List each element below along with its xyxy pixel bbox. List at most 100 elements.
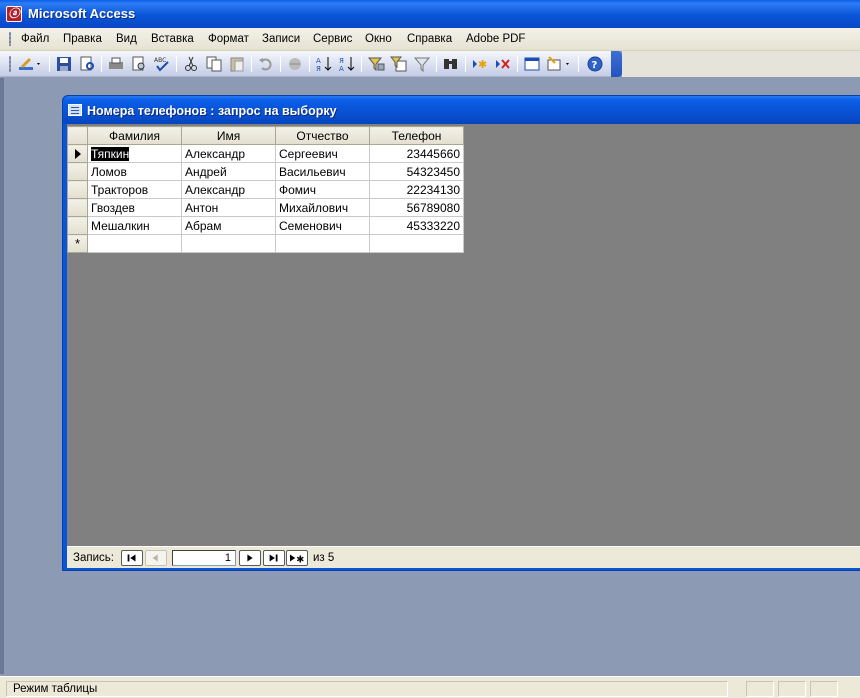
design-view-icon[interactable] — [17, 55, 43, 73]
cell-surname[interactable]: Тракторов — [87, 180, 182, 199]
app-title-bar[interactable]: ⓐ Microsoft Access — [0, 0, 860, 28]
cell-phone[interactable]: 54323450 — [369, 162, 464, 181]
cell-patronymic[interactable]: Васильевич — [275, 162, 370, 181]
apply-filter-icon[interactable] — [413, 55, 431, 73]
query-window-title-bar[interactable]: Номера телефонов : запрос на выборку — [63, 96, 860, 124]
record-selector[interactable] — [67, 216, 88, 235]
new-record-selector[interactable]: * — [67, 234, 88, 253]
menu-file[interactable]: Файл — [21, 33, 49, 45]
svg-text:Я: Я — [316, 65, 321, 73]
cell-surname[interactable]: Тяпкин — [87, 144, 182, 163]
cell-phone[interactable]: 23445660 — [369, 144, 464, 163]
filter-by-selection-icon[interactable] — [367, 55, 385, 73]
previous-record-button[interactable] — [145, 550, 167, 566]
toolbar-separator — [361, 56, 362, 72]
delete-record-icon[interactable] — [494, 55, 512, 73]
menu-adobe-pdf[interactable]: Adobe PDF — [466, 33, 525, 45]
cell-patronymic[interactable]: Сергеевич — [275, 144, 370, 163]
cell-patronymic[interactable]: Фомич — [275, 180, 370, 199]
new-record-nav-button[interactable]: ✱ — [286, 550, 308, 566]
save-icon[interactable] — [55, 55, 73, 73]
print-icon[interactable] — [107, 55, 125, 73]
cell-surname[interactable]: Гвоздев — [87, 198, 182, 217]
svg-text:?: ? — [592, 60, 598, 71]
new-cell-patronymic[interactable] — [275, 234, 370, 253]
cell-surname[interactable]: Мешалкин — [87, 216, 182, 235]
cell-phone[interactable]: 22234130 — [369, 180, 464, 199]
record-navigation-bar: Запись: 1 ✱ из 5 — [67, 546, 860, 568]
column-header-phone[interactable]: Телефон — [369, 126, 464, 145]
column-header-surname[interactable]: Фамилия — [87, 126, 182, 145]
toolbar-separator — [280, 56, 281, 72]
cut-icon[interactable] — [182, 55, 200, 73]
sort-descending-icon[interactable]: ЯA — [338, 55, 356, 73]
menu-bar: Файл Правка Вид Вставка Формат Записи Се… — [0, 28, 860, 51]
cell-name[interactable]: Андрей — [181, 162, 276, 181]
record-selector[interactable] — [67, 180, 88, 199]
file-search-icon[interactable] — [78, 55, 96, 73]
spelling-icon[interactable]: ABC — [153, 55, 171, 73]
first-record-button[interactable] — [121, 550, 143, 566]
menu-tools[interactable]: Сервис — [313, 33, 352, 45]
last-record-button[interactable] — [263, 550, 285, 566]
menu-edit[interactable]: Правка — [63, 33, 102, 45]
cell-phone[interactable]: 45333220 — [369, 216, 464, 235]
database-window-icon[interactable] — [523, 55, 541, 73]
toolbar-grip[interactable] — [9, 56, 11, 72]
toolbar-separator — [49, 56, 50, 72]
menu-help[interactable]: Справка — [407, 33, 452, 45]
access-app-icon[interactable]: ⓐ — [6, 6, 22, 22]
toolbar-separator — [578, 56, 579, 72]
toolbar: ABC AЯ ЯA ✱ ? — [0, 51, 622, 77]
help-icon[interactable]: ? — [586, 55, 604, 73]
status-panel — [746, 681, 774, 697]
toolbar-separator — [101, 56, 102, 72]
new-object-icon[interactable] — [546, 55, 572, 73]
filter-by-form-icon[interactable] — [390, 55, 408, 73]
cell-surname[interactable]: Ломов — [87, 162, 182, 181]
record-selector-current[interactable] — [67, 144, 88, 163]
menu-view[interactable]: Вид — [116, 33, 137, 45]
cell-phone[interactable]: 56789080 — [369, 198, 464, 217]
next-record-button[interactable] — [239, 550, 261, 566]
hyperlink-icon[interactable] — [286, 55, 304, 73]
cell-surname-selected-text: Тяпкин — [91, 146, 130, 161]
find-icon[interactable] — [442, 55, 460, 73]
undo-icon[interactable] — [257, 55, 275, 73]
paste-icon[interactable] — [228, 55, 246, 73]
new-cell-name[interactable] — [181, 234, 276, 253]
menu-records[interactable]: Записи — [262, 33, 300, 45]
cell-name[interactable]: Абрам — [181, 216, 276, 235]
new-cell-surname[interactable] — [87, 234, 182, 253]
copy-icon[interactable] — [205, 55, 223, 73]
toolbar-separator — [251, 56, 252, 72]
cell-patronymic[interactable]: Михайлович — [275, 198, 370, 217]
svg-text:✱: ✱ — [296, 554, 304, 565]
toolbar-empty-area — [622, 51, 860, 77]
toolbar-separator — [436, 56, 437, 72]
menu-format[interactable]: Формат — [208, 33, 249, 45]
new-record-icon[interactable]: ✱ — [471, 55, 489, 73]
record-selector[interactable] — [67, 162, 88, 181]
cell-name[interactable]: Антон — [181, 198, 276, 217]
current-record-input[interactable]: 1 — [172, 550, 236, 566]
menu-window[interactable]: Окно — [365, 33, 392, 45]
query-window-title: Номера телефонов : запрос на выборку — [87, 104, 337, 118]
column-header-name[interactable]: Имя — [181, 126, 276, 145]
cell-name[interactable]: Александр — [181, 144, 276, 163]
query-window-icon[interactable] — [68, 104, 82, 116]
column-header-patronymic[interactable]: Отчество — [275, 126, 370, 145]
menu-insert[interactable]: Вставка — [151, 33, 194, 45]
cell-patronymic[interactable]: Семенович — [275, 216, 370, 235]
toolbar-separator — [465, 56, 466, 72]
toolbar-separator — [517, 56, 518, 72]
record-selector[interactable] — [67, 198, 88, 217]
menu-grip[interactable] — [9, 32, 11, 46]
sort-ascending-icon[interactable]: AЯ — [315, 55, 333, 73]
cell-name[interactable]: Александр — [181, 180, 276, 199]
app-title: Microsoft Access — [28, 6, 136, 21]
toolbar-options-icon[interactable] — [611, 51, 622, 77]
new-cell-phone[interactable] — [369, 234, 464, 253]
select-all-corner[interactable] — [67, 126, 88, 145]
print-preview-icon[interactable] — [130, 55, 148, 73]
